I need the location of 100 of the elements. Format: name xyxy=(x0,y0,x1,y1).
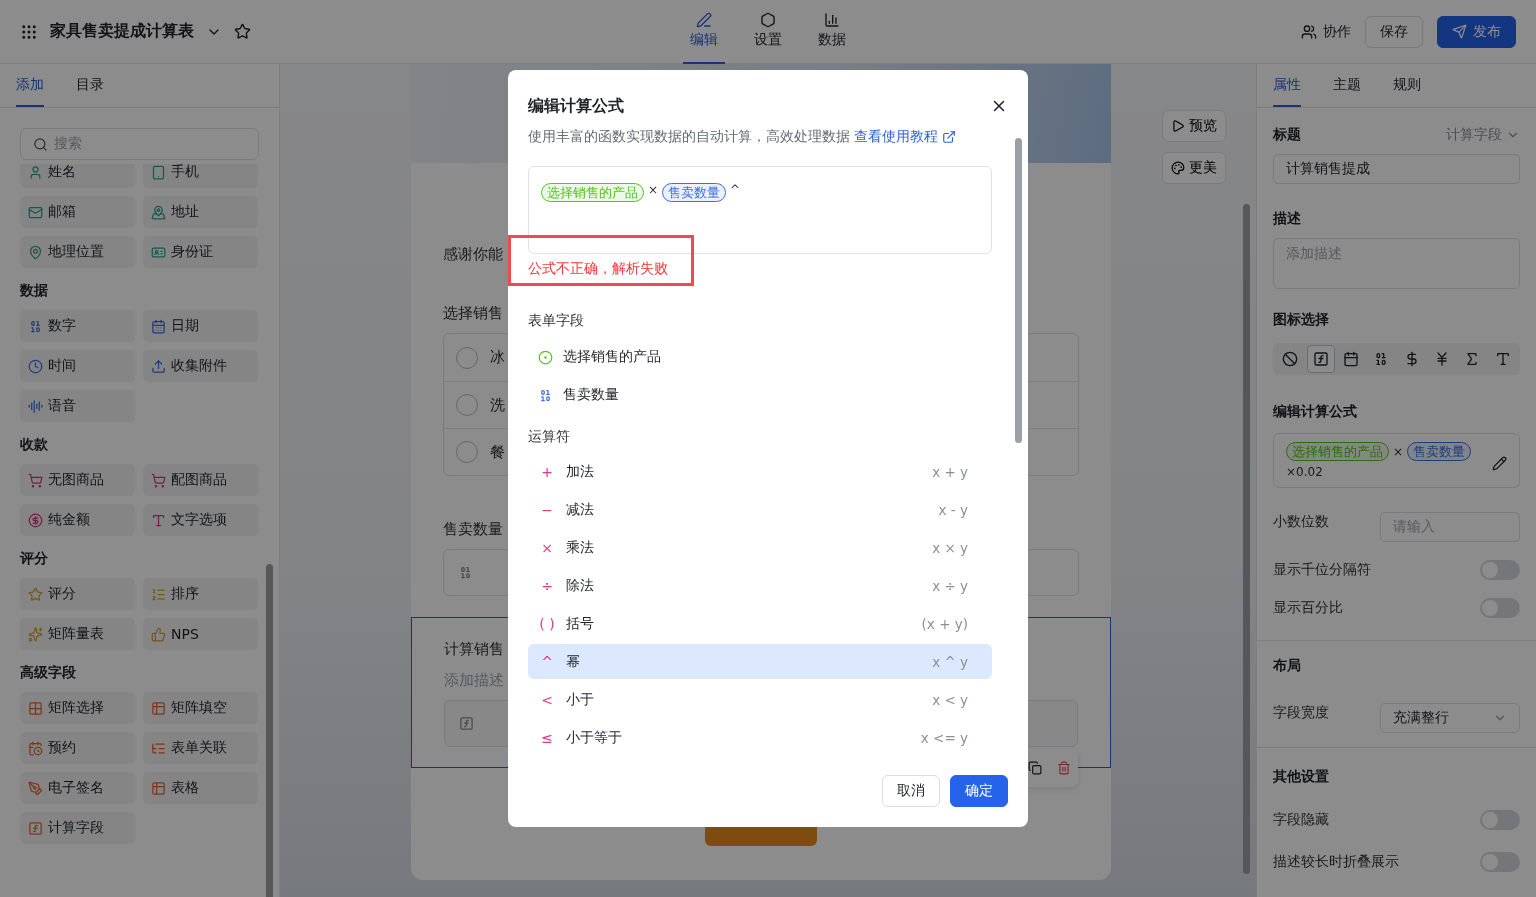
collaborate-button[interactable]: 协作 xyxy=(1301,22,1351,41)
operator-name: 括号 xyxy=(566,614,594,633)
field-option[interactable]: 选择销售的产品 xyxy=(528,338,992,376)
panel-tab[interactable]: 属性 xyxy=(1273,64,1301,107)
group-title: 评分 xyxy=(20,549,49,568)
field-type-item[interactable]: 评分 xyxy=(20,578,135,610)
field-type-item[interactable]: 计算字段 xyxy=(20,812,135,844)
field-type-item[interactable]: 预约 xyxy=(20,732,135,764)
section-label: 其他设置 xyxy=(1273,768,1329,786)
field-type-item[interactable]: 排序 xyxy=(143,578,258,610)
nav-tab[interactable]: 设置 xyxy=(747,0,789,64)
field-type-item[interactable]: 表单关联 xyxy=(143,732,258,764)
cart-icon xyxy=(151,472,166,488)
field-type-item[interactable]: 纯金额 xyxy=(20,504,135,536)
field-type-item[interactable]: 数字 xyxy=(20,310,135,342)
edit-icon xyxy=(1492,456,1507,471)
function-icon xyxy=(28,820,43,836)
operator-symbol: × xyxy=(540,539,554,556)
operator-option[interactable]: ^ 幂 x ^ y xyxy=(528,644,992,679)
operator-option[interactable]: − 减法 x - y xyxy=(528,492,992,527)
width-select[interactable]: 充满整行 xyxy=(1380,703,1520,733)
number-icon xyxy=(538,387,553,403)
operator-symbol: ÷ xyxy=(540,577,554,594)
field-label: 小数位数 xyxy=(1273,513,1329,531)
operator-symbol: + xyxy=(540,463,554,480)
operator-option[interactable]: ( ) 括号 (x + y) xyxy=(528,606,992,641)
field-type-item[interactable]: 矩阵填空 xyxy=(143,692,258,724)
panel-tab[interactable]: 主题 xyxy=(1333,64,1361,107)
field-type-item[interactable]: 语音 xyxy=(20,390,135,422)
play-icon xyxy=(1171,119,1185,133)
panel-tab[interactable]: 规则 xyxy=(1393,64,1421,107)
search-icon xyxy=(33,136,48,152)
apps-grid-icon xyxy=(20,22,38,41)
section-label: 标题 xyxy=(1273,126,1301,144)
operator-symbol: ( ) xyxy=(538,615,556,632)
operator-text: ^ xyxy=(730,183,741,197)
table-icon xyxy=(151,700,166,716)
save-button[interactable]: 保存 xyxy=(1365,15,1423,48)
preview-button[interactable]: 预览 xyxy=(1162,110,1226,142)
panel-tab[interactable]: 目录 xyxy=(76,64,104,107)
icon-option[interactable] xyxy=(1306,345,1335,373)
send-icon xyxy=(1452,24,1467,39)
field-type-item[interactable]: 表格 xyxy=(143,772,258,804)
function-icon xyxy=(459,716,474,731)
operator-example: x ^ y xyxy=(932,653,968,670)
grid-icon xyxy=(28,700,43,716)
field-option[interactable]: 售卖数量 xyxy=(528,376,992,414)
field-type-item[interactable]: 地址 xyxy=(143,196,258,228)
beautify-button[interactable]: 更美 xyxy=(1162,152,1226,184)
location-pin-icon xyxy=(28,244,43,260)
field-type-item[interactable]: 配图商品 xyxy=(143,464,258,496)
cancel-button[interactable]: 取消 xyxy=(882,775,940,807)
formula-editor[interactable]: 选择销售的产品 × 售卖数量 ^ xyxy=(528,166,992,254)
field-type-item[interactable]: 手机 xyxy=(143,164,258,188)
operator-name: 乘法 xyxy=(566,538,594,557)
operator-symbol: ^ xyxy=(540,653,554,670)
mail-icon xyxy=(28,204,43,220)
field-type-item[interactable]: 文字选项 xyxy=(143,504,258,536)
operator-example: x <= y xyxy=(920,729,968,746)
operator-option[interactable]: + 加法 x + y xyxy=(528,454,992,489)
star-icon xyxy=(28,586,43,602)
dialog-title: 编辑计算公式 xyxy=(528,95,624,117)
field-type-dropdown[interactable]: 计算字段 xyxy=(1446,126,1520,144)
title-field[interactable]: 计算销售提成 xyxy=(1273,154,1520,184)
field-type-item[interactable]: 日期 xyxy=(143,310,258,342)
external-link-icon xyxy=(942,130,956,144)
operator-option[interactable]: ÷ 除法 x ÷ y xyxy=(528,568,992,603)
field-type-item[interactable]: 矩阵选择 xyxy=(20,692,135,724)
operator-name: 小于 xyxy=(566,690,594,709)
field-label: 字段隐藏 xyxy=(1273,811,1329,829)
person-icon xyxy=(28,164,43,180)
field-type-item[interactable]: 矩阵量表 xyxy=(20,618,135,650)
coin-icon xyxy=(28,512,43,528)
publish-button[interactable]: 发布 xyxy=(1437,15,1516,48)
field-type-item[interactable]: 姓名 xyxy=(20,164,135,188)
field-type-item[interactable]: 收集附件 xyxy=(143,350,258,382)
formula-box[interactable]: 选择销售的产品 × 售卖数量 ×0.02 xyxy=(1273,433,1520,488)
section-label: 布局 xyxy=(1273,657,1301,675)
field-type-item[interactable]: 地理位置 xyxy=(20,236,135,268)
operator-option[interactable]: × 乘法 x × y xyxy=(528,530,992,565)
dialog-description: 使用丰富的函数实现数据的自动计算，高效处理数据 xyxy=(528,128,850,146)
bar-chart-icon xyxy=(824,12,840,28)
calendar-icon xyxy=(151,318,166,334)
field-type-item[interactable]: 邮箱 xyxy=(20,196,135,228)
nav-tab[interactable]: 数据 xyxy=(811,0,853,64)
palette-icon xyxy=(1171,161,1185,175)
field-type-item[interactable]: 无图商品 xyxy=(20,464,135,496)
field-type-item[interactable]: 身份证 xyxy=(143,236,258,268)
operator-example: x ÷ y xyxy=(932,577,968,594)
operator-option[interactable]: < 小于 x < y xyxy=(528,682,992,717)
field-type-item[interactable]: 电子签名 xyxy=(20,772,135,804)
operator-option[interactable]: ≤ 小于等于 x <= y xyxy=(528,720,992,755)
tutorial-link[interactable]: 查看使用教程 xyxy=(854,128,956,146)
confirm-button[interactable]: 确定 xyxy=(950,775,1008,807)
thumbs-up-icon xyxy=(151,626,166,642)
operator-name: 加法 xyxy=(566,462,594,481)
operator-symbol: < xyxy=(540,691,554,708)
panel-tab[interactable]: 添加 xyxy=(16,64,44,107)
field-type-item[interactable]: 时间 xyxy=(20,350,135,382)
field-type-item[interactable]: NPS xyxy=(143,618,258,650)
